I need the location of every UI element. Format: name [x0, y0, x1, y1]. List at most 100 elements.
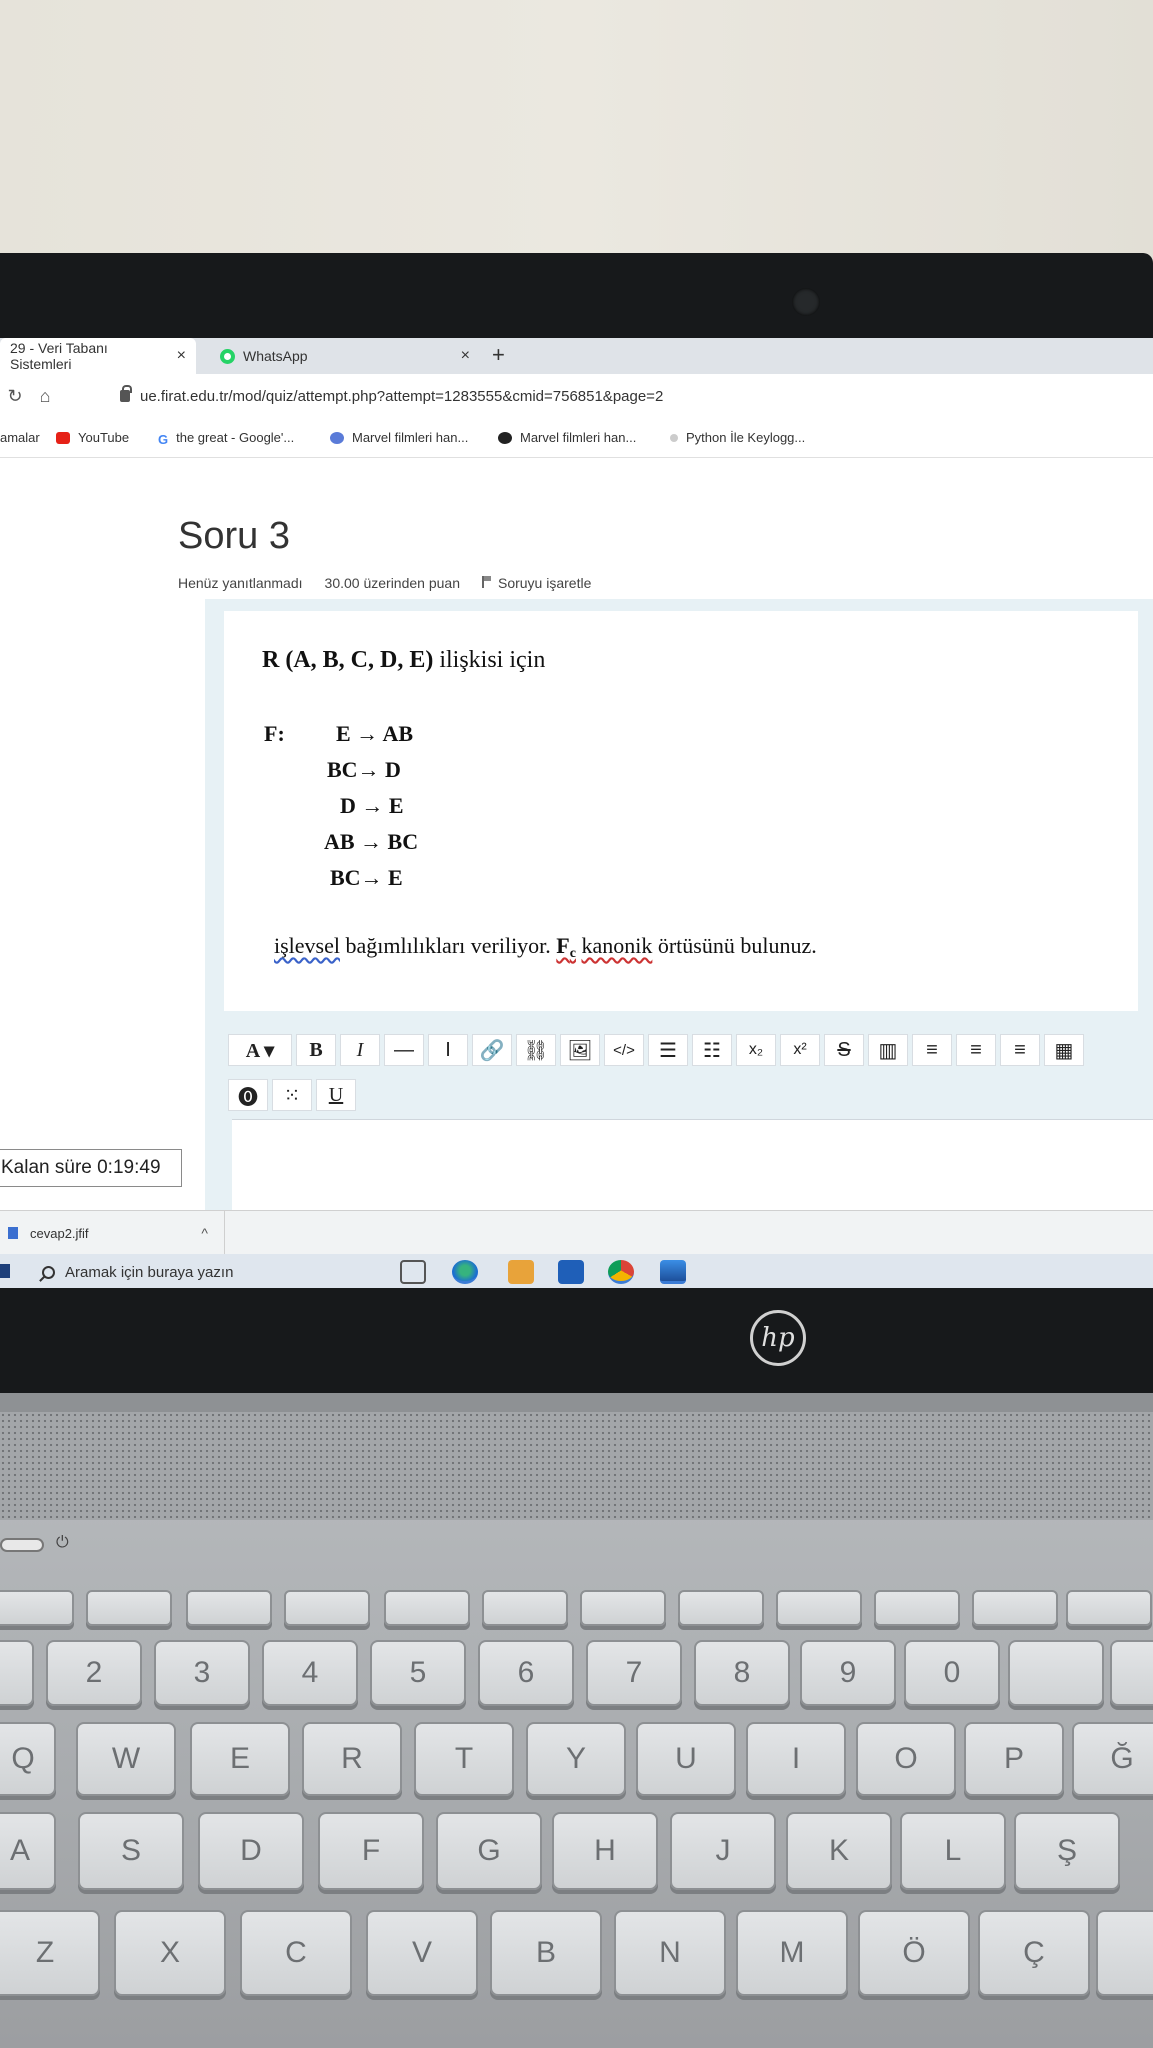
key-i[interactable]: I — [746, 1722, 846, 1796]
key-y[interactable]: Y — [526, 1722, 626, 1796]
image-icon[interactable]: 🖼 — [560, 1034, 600, 1066]
key-p[interactable]: P — [964, 1722, 1064, 1796]
download-item[interactable]: cevap2.jfif ^ — [0, 1211, 225, 1255]
tab-whatsapp[interactable]: WhatsApp × — [210, 338, 480, 374]
key-k[interactable]: K — [786, 1812, 892, 1890]
key-c-cedilla[interactable]: Ç — [978, 1910, 1090, 1996]
reload-icon[interactable]: ↻ — [0, 386, 30, 407]
power-button[interactable] — [0, 1538, 44, 1552]
key-m[interactable]: M — [736, 1910, 848, 1996]
key-w[interactable]: W — [76, 1722, 176, 1796]
flag-question-link[interactable]: Soruyu işaretle — [481, 575, 591, 591]
key[interactable] — [1008, 1640, 1104, 1706]
key[interactable] — [0, 1640, 34, 1706]
key-d[interactable]: D — [198, 1812, 304, 1890]
key-b[interactable]: B — [490, 1910, 602, 1996]
key-6[interactable]: 6 — [478, 1640, 574, 1706]
key-o[interactable]: O — [856, 1722, 956, 1796]
underline-button[interactable]: U — [316, 1079, 356, 1111]
key[interactable] — [1096, 1910, 1153, 1996]
new-tab-button[interactable]: + — [492, 342, 505, 368]
key-h[interactable]: H — [552, 1812, 658, 1890]
numbered-list-icon[interactable]: ☷ — [692, 1034, 732, 1066]
more-icon[interactable]: ▦ — [1044, 1034, 1084, 1066]
function-key[interactable] — [384, 1590, 470, 1626]
function-key[interactable] — [284, 1590, 370, 1626]
function-key[interactable] — [874, 1590, 960, 1626]
function-key[interactable] — [0, 1590, 74, 1626]
align-center-icon[interactable]: ≡ — [956, 1034, 996, 1066]
superscript-button[interactable]: x² — [780, 1034, 820, 1066]
key-v[interactable]: V — [366, 1910, 478, 1996]
key-r[interactable]: R — [302, 1722, 402, 1796]
clear-format-button[interactable]: I — [428, 1034, 468, 1066]
align-left-icon[interactable]: ≡ — [912, 1034, 952, 1066]
unlink-icon[interactable]: ⛓ — [516, 1034, 556, 1066]
bullet-list-icon[interactable]: ☰ — [648, 1034, 688, 1066]
file-explorer-icon[interactable] — [508, 1260, 534, 1284]
home-icon[interactable]: ⌂ — [30, 386, 60, 407]
key-s[interactable]: S — [78, 1812, 184, 1890]
key-t[interactable]: T — [414, 1722, 514, 1796]
tab-veri-tabani[interactable]: 29 - Veri Tabanı Sistemleri × — [0, 338, 196, 374]
key-3[interactable]: 3 — [154, 1640, 250, 1706]
function-key[interactable] — [482, 1590, 568, 1626]
key-o-umlaut[interactable]: Ö — [858, 1910, 970, 1996]
link-icon[interactable]: 🔗 — [472, 1034, 512, 1066]
align-right-icon[interactable]: ≡ — [1000, 1034, 1040, 1066]
close-icon[interactable]: × — [461, 347, 470, 365]
chrome-icon[interactable] — [608, 1260, 634, 1284]
function-key[interactable] — [86, 1590, 172, 1626]
key-e[interactable]: E — [190, 1722, 290, 1796]
bookmark-item[interactable]: amalar — [0, 430, 40, 445]
key-f[interactable]: F — [318, 1812, 424, 1890]
function-key[interactable] — [678, 1590, 764, 1626]
bold-button[interactable]: B — [296, 1034, 336, 1066]
key-a[interactable]: A — [0, 1812, 56, 1890]
key-c[interactable]: C — [240, 1910, 352, 1996]
key-g-breve[interactable]: Ğ — [1072, 1722, 1153, 1796]
key-n[interactable]: N — [614, 1910, 726, 1996]
paragraph-style-button[interactable]: A ▾ — [228, 1034, 292, 1066]
key-s-cedilla[interactable]: Ş — [1014, 1812, 1120, 1890]
function-key[interactable] — [186, 1590, 272, 1626]
taskbar-search[interactable]: Aramak için buraya yazın — [30, 1254, 380, 1288]
table-icon[interactable]: ▥ — [868, 1034, 908, 1066]
key[interactable] — [1110, 1640, 1153, 1706]
task-view-icon[interactable] — [400, 1260, 426, 1284]
function-key[interactable] — [776, 1590, 862, 1626]
url-field[interactable]: ue.firat.edu.tr/mod/quiz/attempt.php?att… — [140, 388, 663, 405]
subscript-button[interactable]: x₂ — [736, 1034, 776, 1066]
key-5[interactable]: 5 — [370, 1640, 466, 1706]
key-9[interactable]: 9 — [800, 1640, 896, 1706]
windows-start-icon[interactable] — [0, 1264, 10, 1278]
key-z[interactable]: Z — [0, 1910, 100, 1996]
bookmark-google[interactable]: Gthe great - Google'... — [158, 430, 294, 447]
key-l[interactable]: L — [900, 1812, 1006, 1890]
bookmark-marvel-1[interactable]: Marvel filmleri han... — [330, 430, 468, 445]
function-key[interactable] — [972, 1590, 1058, 1626]
key-j[interactable]: J — [670, 1812, 776, 1890]
key-4[interactable]: 4 — [262, 1640, 358, 1706]
key-7[interactable]: 7 — [586, 1640, 682, 1706]
edge-icon[interactable] — [452, 1260, 478, 1284]
bookmark-youtube[interactable]: YouTube — [56, 430, 129, 445]
braille-icon[interactable]: ⁙ — [272, 1079, 312, 1111]
function-key[interactable] — [580, 1590, 666, 1626]
photos-icon[interactable] — [660, 1260, 686, 1284]
horizontal-rule-button[interactable]: — — [384, 1034, 424, 1066]
italic-button[interactable]: I — [340, 1034, 380, 1066]
strikethrough-button[interactable]: S — [824, 1034, 864, 1066]
chevron-up-icon[interactable]: ^ — [201, 1225, 208, 1241]
mail-icon[interactable] — [558, 1260, 584, 1284]
key-q[interactable]: Q — [0, 1722, 56, 1796]
key-8[interactable]: 8 — [694, 1640, 790, 1706]
accessibility-icon[interactable]: ⓿ — [228, 1079, 268, 1111]
bookmark-marvel-2[interactable]: Marvel filmleri han... — [498, 430, 636, 445]
key-2[interactable]: 2 — [46, 1640, 142, 1706]
lock-icon[interactable] — [120, 385, 132, 402]
key-x[interactable]: X — [114, 1910, 226, 1996]
key-g[interactable]: G — [436, 1812, 542, 1890]
key-0[interactable]: 0 — [904, 1640, 1000, 1706]
key-u[interactable]: U — [636, 1722, 736, 1796]
